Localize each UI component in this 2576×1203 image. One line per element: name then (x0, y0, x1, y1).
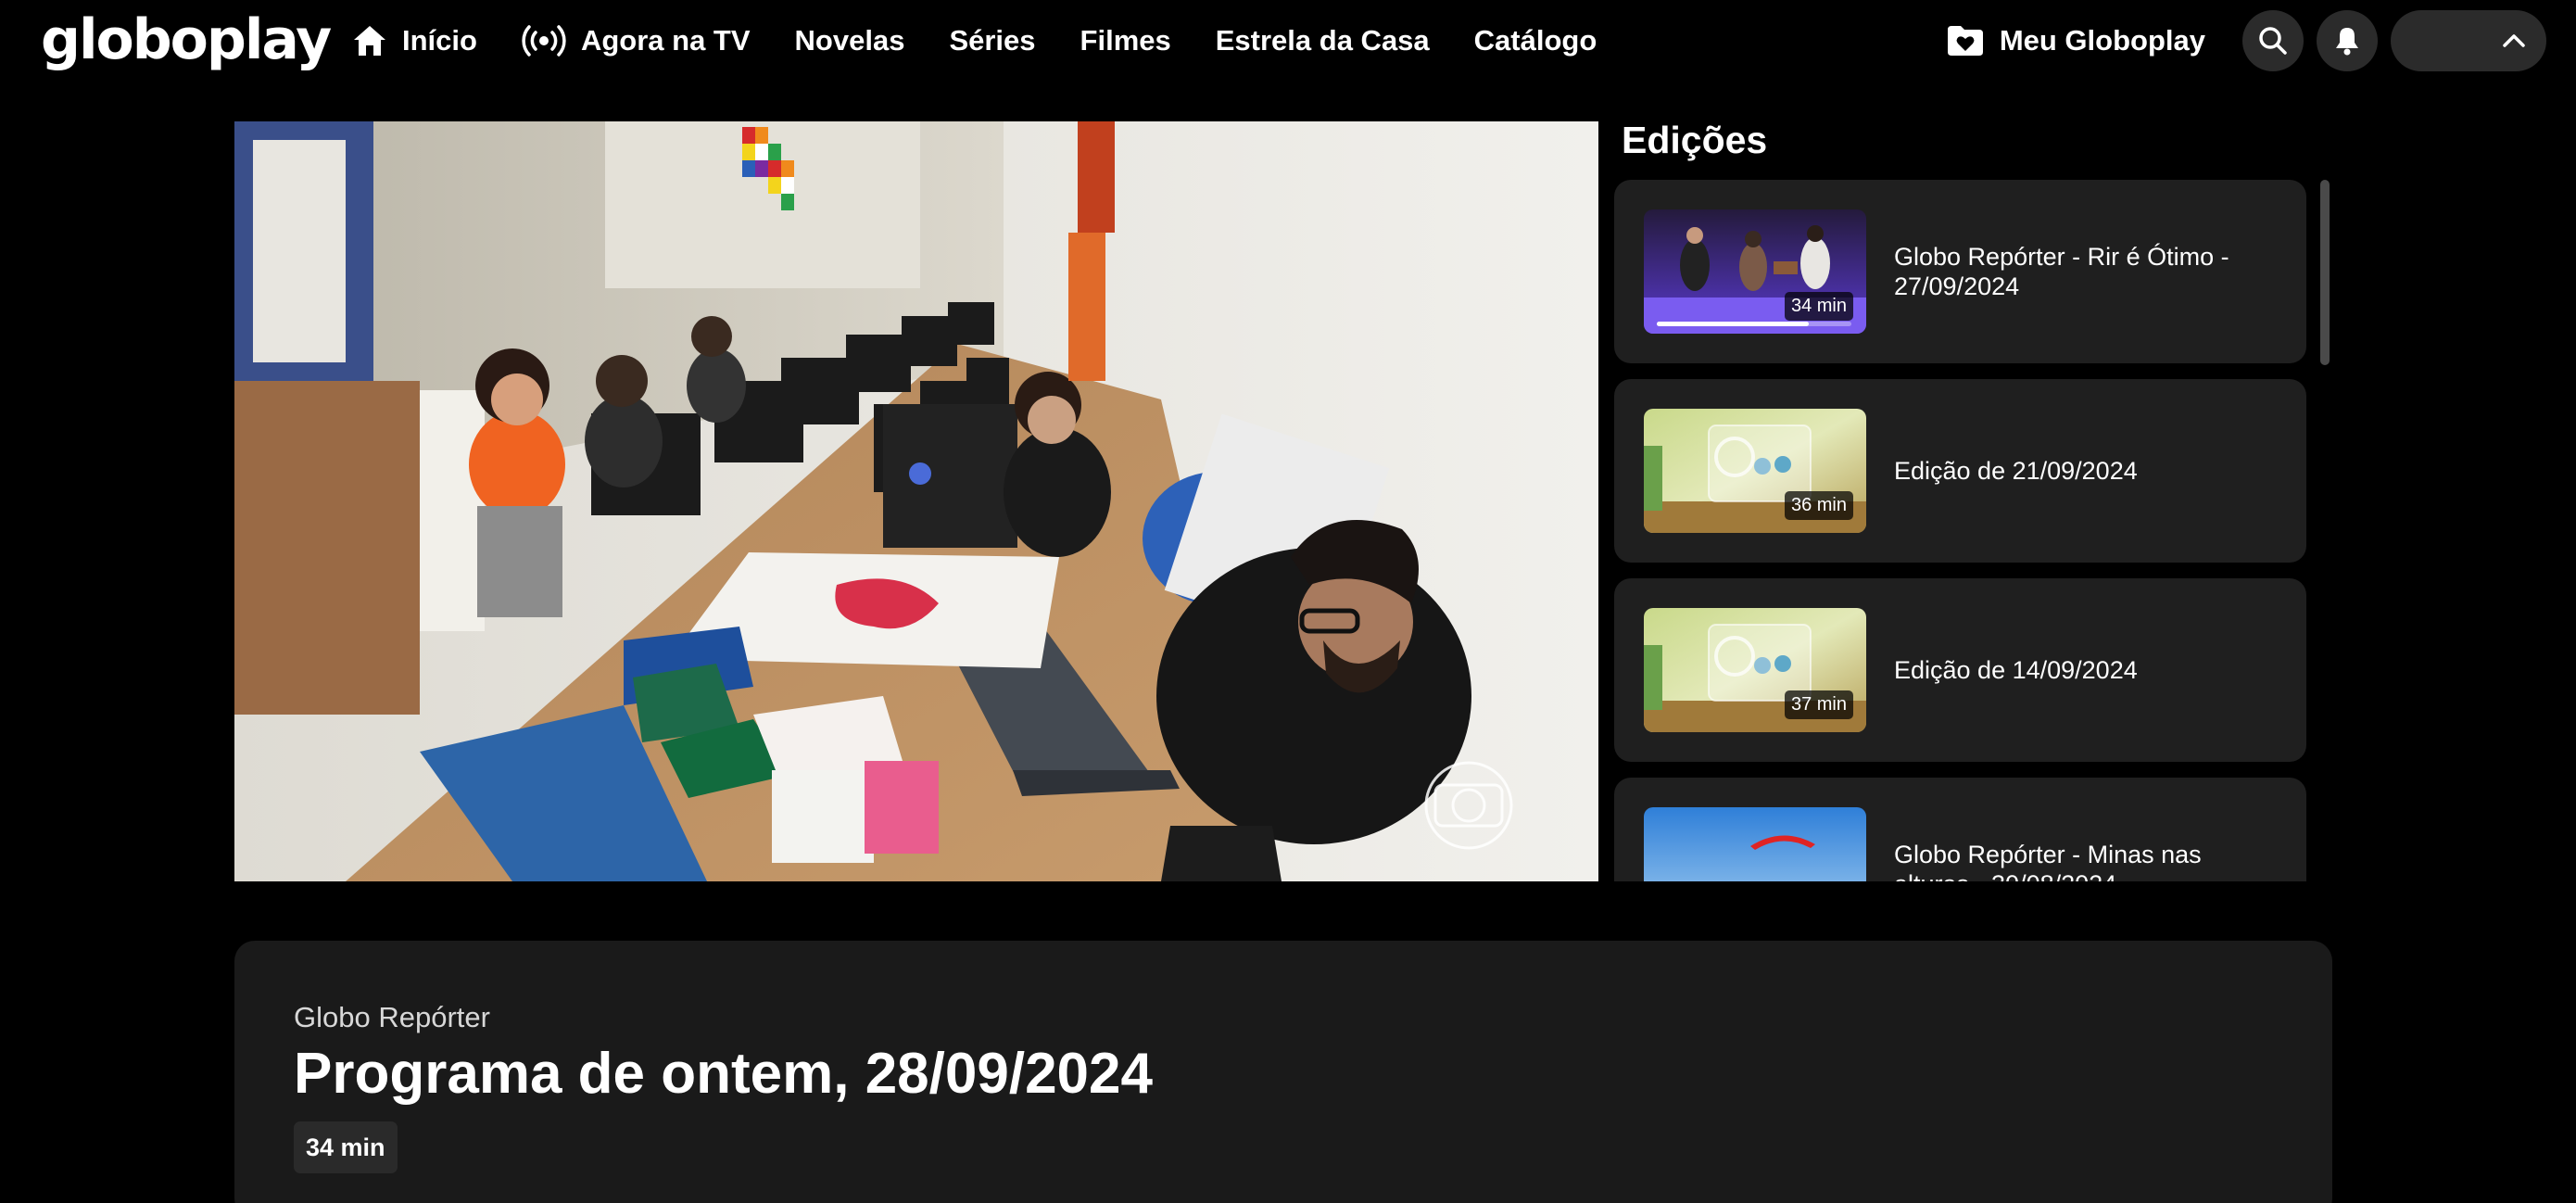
duration-badge: 36 min (1784, 491, 1853, 520)
watch-progress-bar (1657, 322, 1851, 326)
edition-card[interactable]: 34 min Globo Repórter - Rir é Ótimo - 27… (1614, 180, 2306, 363)
edition-thumbnail: 34 min (1644, 209, 1866, 334)
edition-thumbnail: 36 min (1644, 409, 1866, 533)
nav-item-catalogo[interactable]: Catálogo (1474, 24, 1597, 57)
duration-badge: 37 min (1784, 690, 1853, 719)
edition-card[interactable]: 37 min Edição de 14/09/2024 (1614, 578, 2306, 762)
nav-item-estrela-da-casa[interactable]: Estrela da Casa (1216, 24, 1430, 57)
sky-paraglider-thumbnail-image (1644, 807, 1866, 881)
edition-card[interactable]: Globo Repórter - Minas nas alturas - 30/… (1614, 778, 2306, 881)
edition-title: Edição de 21/09/2024 (1894, 457, 2138, 485)
nav-item-novelas[interactable]: Novelas (795, 24, 905, 57)
globo-watermark-icon (1424, 761, 1513, 850)
editions-heading: Edições (1622, 119, 1768, 161)
nav-label-agora-na-tv: Agora na TV (580, 24, 751, 57)
editions-scrollbar-thumb[interactable] (2320, 180, 2330, 365)
nav-item-filmes[interactable]: Filmes (1080, 24, 1171, 57)
episode-duration-badge: 34 min (294, 1121, 398, 1173)
nav-item-series[interactable]: Séries (949, 24, 1035, 57)
profile-menu-button[interactable] (2391, 10, 2546, 71)
duration-badge: 34 min (1784, 292, 1853, 321)
episode-title: Programa de ontem, 28/09/2024 (294, 1042, 1154, 1106)
edition-title: Globo Repórter - Minas nas alturas - 30/… (1894, 841, 2202, 881)
meu-globoplay-label: Meu Globoplay (1999, 24, 2205, 57)
edition-thumbnail (1644, 807, 1866, 881)
video-player[interactable] (234, 121, 1598, 881)
nav-label-inicio: Início (402, 24, 477, 57)
bell-icon (2336, 28, 2358, 56)
notifications-button[interactable] (2317, 10, 2378, 71)
edition-title: Edição de 14/09/2024 (1894, 656, 2138, 684)
main-nav: Início Agora na TV Novelas Séries Filmes… (352, 0, 1641, 82)
user-actions: Meu Globoplay (1946, 10, 2546, 71)
home-icon (354, 26, 385, 56)
broadcast-icon (522, 25, 566, 57)
edition-card[interactable]: 36 min Edição de 21/09/2024 (1614, 379, 2306, 563)
editions-list[interactable]: 34 min Globo Repórter - Rir é Ótimo - 27… (1614, 180, 2309, 881)
heart-folder-icon (1947, 26, 1983, 56)
meu-globoplay-link[interactable]: Meu Globoplay (1946, 24, 2205, 57)
nav-item-agora-na-tv[interactable]: Agora na TV (522, 24, 751, 57)
search-icon (2259, 27, 2287, 55)
edition-thumbnail: 37 min (1644, 608, 1866, 732)
nav-item-inicio[interactable]: Início (352, 24, 477, 57)
search-button[interactable] (2242, 10, 2304, 71)
chevron-up-icon (2503, 34, 2525, 47)
editions-scrollbar[interactable] (2320, 180, 2330, 881)
show-name[interactable]: Globo Repórter (294, 1001, 490, 1034)
video-frame-classroom (234, 121, 1598, 881)
globoplay-logo[interactable]: globoplay (41, 6, 332, 74)
top-navigation: globoplay Início Agora na TV Novelas Sér… (0, 0, 2576, 82)
episode-info-panel: Globo Repórter Programa de ontem, 28/09/… (234, 941, 2332, 1203)
edition-title: Globo Repórter - Rir é Ótimo - 27/09/202… (1894, 243, 2229, 300)
